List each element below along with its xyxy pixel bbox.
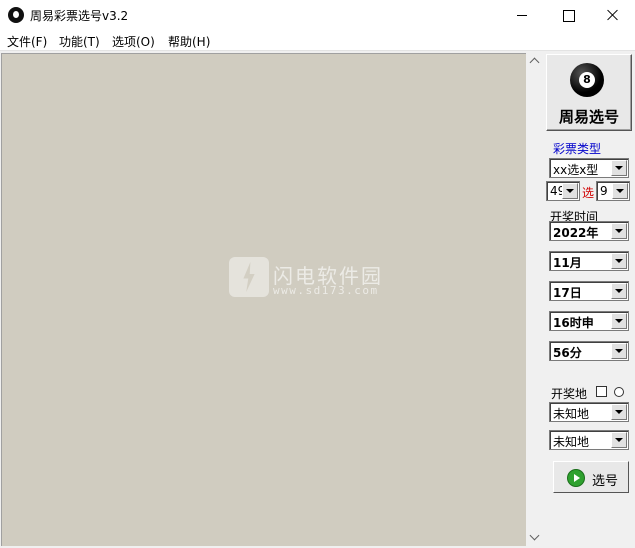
menu-file[interactable]: 文件(F) xyxy=(7,33,47,50)
close-button[interactable] xyxy=(590,0,635,30)
scroll-down-arrow-icon[interactable] xyxy=(527,529,544,546)
zhouyi-select-button[interactable]: 8 周易选号 xyxy=(546,54,632,131)
pick-count-select[interactable]: 9 xyxy=(596,181,630,201)
place-value-1: 未知地 xyxy=(553,407,590,421)
year-select[interactable]: 2022年 xyxy=(549,221,629,241)
draw-place-label: 开奖地 xyxy=(551,387,588,401)
window-title: 周易彩票选号v3.2 xyxy=(30,9,129,23)
lottery-type-select[interactable]: xx选x型 xyxy=(549,158,629,178)
place-select-2[interactable]: 未知地 xyxy=(549,430,629,450)
month-select[interactable]: 11月 xyxy=(549,251,629,271)
select-number-button[interactable]: 选号 xyxy=(553,461,629,493)
draw-place-checkbox[interactable] xyxy=(596,386,607,397)
vertical-scrollbar[interactable] xyxy=(527,53,544,546)
chevron-down-icon[interactable] xyxy=(611,253,627,269)
chevron-down-icon[interactable] xyxy=(611,432,627,448)
place-select-1[interactable]: 未知地 xyxy=(549,402,629,422)
minute-value: 56分 xyxy=(553,346,582,360)
place-value-2: 未知地 xyxy=(553,435,590,449)
pick-label: 选 xyxy=(582,186,595,200)
chevron-down-icon[interactable] xyxy=(611,223,627,239)
chevron-down-icon[interactable] xyxy=(611,313,627,329)
play-icon xyxy=(567,469,585,487)
hour-select[interactable]: 16时申 xyxy=(549,311,629,331)
menu-bar: 文件(F) 功能(T) 选项(O) 帮助(H) xyxy=(0,30,635,51)
chevron-down-icon[interactable] xyxy=(612,183,628,199)
chevron-down-icon[interactable] xyxy=(611,160,627,176)
menu-function[interactable]: 功能(T) xyxy=(59,33,100,50)
minute-select[interactable]: 56分 xyxy=(549,341,629,361)
day-value: 17日 xyxy=(553,286,582,300)
minimize-button[interactable] xyxy=(499,0,545,30)
maximize-button[interactable] xyxy=(545,0,591,30)
zhouyi-select-label: 周易选号 xyxy=(558,108,619,126)
watermark-url: www.sd173.com xyxy=(273,284,379,297)
eight-ball-icon xyxy=(8,7,24,23)
day-select[interactable]: 17日 xyxy=(549,281,629,301)
chevron-down-icon[interactable] xyxy=(611,283,627,299)
pick-count-value: 9 xyxy=(600,184,608,198)
ball-number: 8 xyxy=(579,72,595,88)
pick-total-select[interactable]: 49 xyxy=(546,181,580,201)
chevron-down-icon[interactable] xyxy=(562,183,578,199)
lottery-type-value: xx选x型 xyxy=(553,163,599,177)
month-value: 11月 xyxy=(553,256,582,270)
hour-value: 16时申 xyxy=(553,316,594,330)
chevron-down-icon[interactable] xyxy=(611,404,627,420)
eight-ball-icon: 8 xyxy=(570,63,604,97)
workspace-area: 闪电软件园 www.sd173.com xyxy=(1,53,526,546)
select-number-label: 选号 xyxy=(592,474,619,489)
menu-help[interactable]: 帮助(H) xyxy=(168,33,210,50)
chevron-down-icon[interactable] xyxy=(611,343,627,359)
year-value: 2022年 xyxy=(553,226,599,240)
scroll-up-arrow-icon[interactable] xyxy=(527,53,544,70)
draw-place-radio[interactable] xyxy=(614,387,624,397)
title-bar: 周易彩票选号v3.2 xyxy=(0,0,635,30)
lottery-type-label: 彩票类型 xyxy=(553,142,602,156)
menu-options[interactable]: 选项(O) xyxy=(112,33,155,50)
watermark-logo-icon xyxy=(229,257,269,297)
